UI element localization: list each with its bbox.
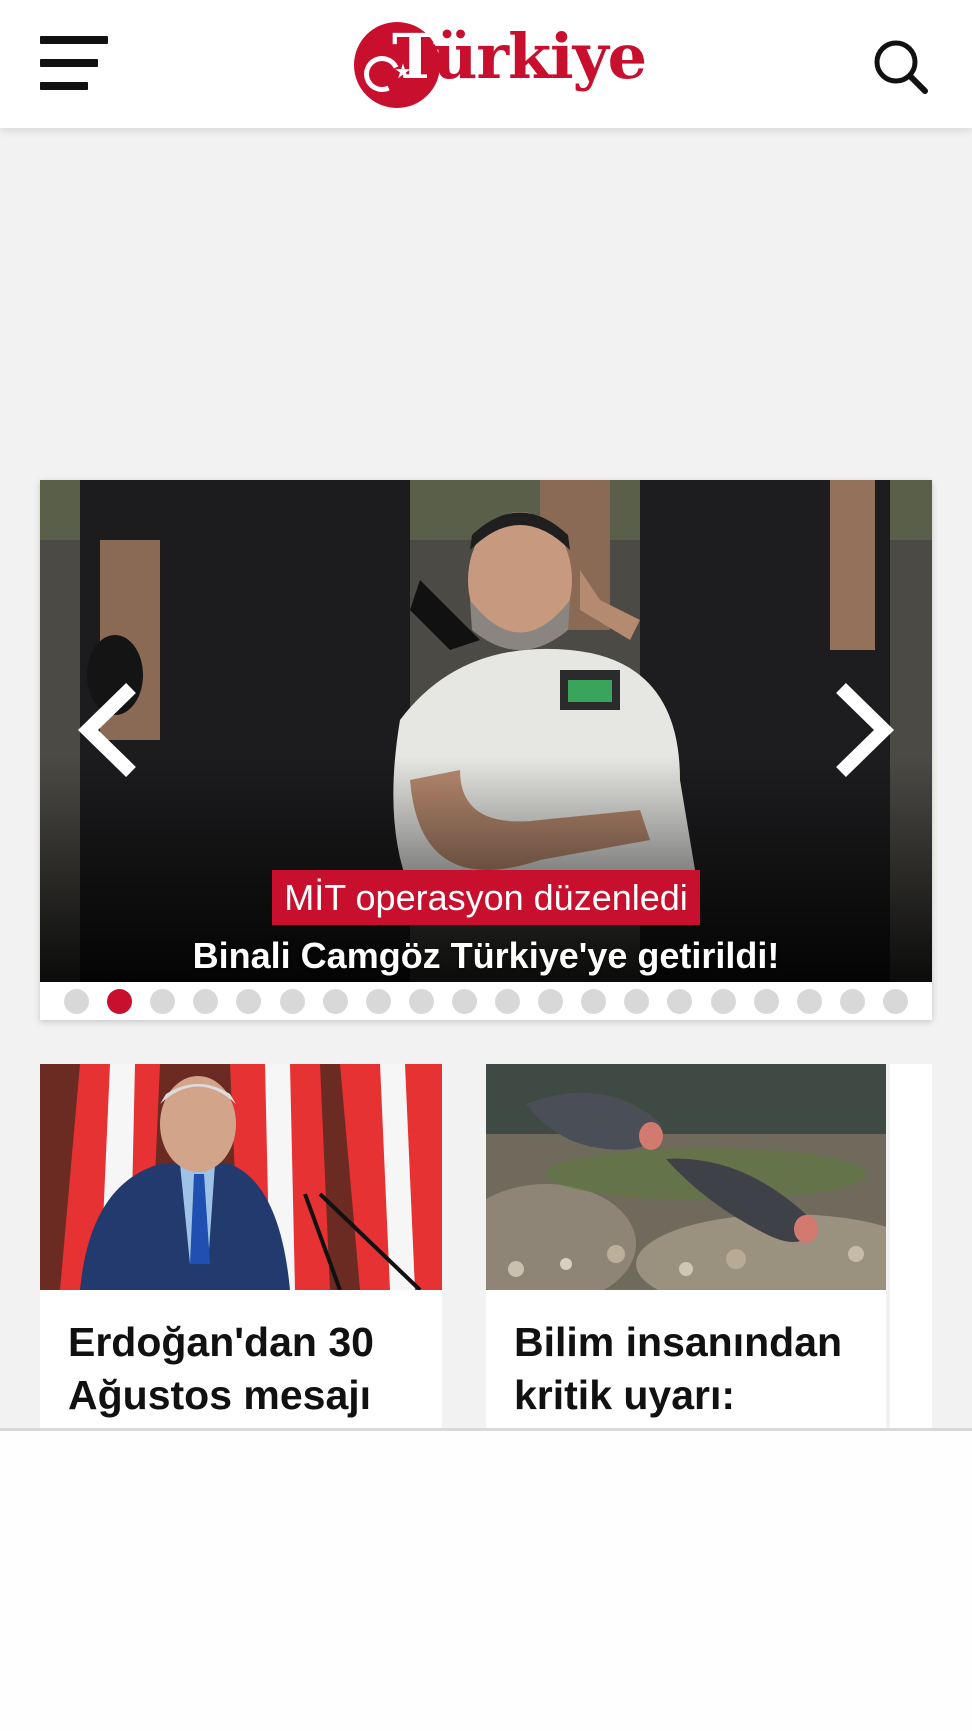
logo-wordmark: Türkiye bbox=[392, 20, 647, 93]
slider-dot[interactable] bbox=[279, 989, 305, 1014]
slider-dot[interactable] bbox=[753, 989, 779, 1014]
slider-dot[interactable] bbox=[150, 989, 176, 1014]
slider-next-arrow[interactable] bbox=[826, 680, 896, 780]
slider-dot[interactable] bbox=[624, 989, 650, 1014]
hamburger-menu-icon[interactable] bbox=[40, 36, 112, 94]
slider-dot[interactable] bbox=[64, 989, 89, 1014]
slider-dot[interactable] bbox=[882, 989, 908, 1014]
featured-news-slider[interactable]: MİT operasyon düzenledi Binali Camgöz Tü… bbox=[40, 480, 932, 1020]
site-logo[interactable]: ★ Türkiye bbox=[354, 20, 647, 110]
news-card-title[interactable]: Erdoğan'dan 30 Ağustos mesajı bbox=[68, 1316, 422, 1422]
slider-dot[interactable] bbox=[322, 989, 348, 1014]
slide-headline[interactable]: Binali Camgöz Türkiye'ye getirildi! bbox=[40, 936, 932, 976]
news-card[interactable]: Erdoğan'dan 30 Ağustos mesajı bbox=[40, 1064, 442, 1428]
news-card[interactable]: Bilim insanından kritik uyarı: bbox=[486, 1064, 886, 1428]
slider-dot[interactable] bbox=[408, 989, 434, 1014]
slider-dot[interactable] bbox=[236, 989, 262, 1014]
slider-dot[interactable] bbox=[107, 989, 133, 1014]
slide-kicker: MİT operasyon düzenledi bbox=[40, 870, 932, 926]
slider-dot[interactable] bbox=[796, 989, 822, 1014]
slider-dot[interactable] bbox=[495, 989, 520, 1014]
slider-dot[interactable] bbox=[710, 989, 736, 1014]
news-card-title[interactable]: Bilim insanından kritik uyarı: bbox=[514, 1316, 866, 1422]
slider-dot[interactable] bbox=[365, 989, 391, 1014]
top-header: ★ Türkiye bbox=[0, 0, 972, 128]
bottom-overlay-panel bbox=[0, 1428, 972, 1731]
slider-dot[interactable] bbox=[667, 989, 693, 1014]
slider-dot[interactable] bbox=[193, 989, 219, 1014]
slider-dot[interactable] bbox=[581, 989, 607, 1014]
news-card-image[interactable] bbox=[486, 1064, 886, 1290]
slider-dot[interactable] bbox=[451, 989, 477, 1014]
slider-dot[interactable] bbox=[538, 989, 564, 1014]
news-card-image[interactable] bbox=[40, 1064, 442, 1290]
slider-pagination bbox=[40, 987, 932, 1015]
slide-kicker-label: MİT operasyon düzenledi bbox=[272, 870, 700, 926]
search-icon[interactable] bbox=[870, 36, 930, 96]
slider-prev-arrow[interactable] bbox=[76, 680, 146, 780]
next-card-peek bbox=[890, 1064, 932, 1428]
slider-dot[interactable] bbox=[839, 989, 865, 1014]
